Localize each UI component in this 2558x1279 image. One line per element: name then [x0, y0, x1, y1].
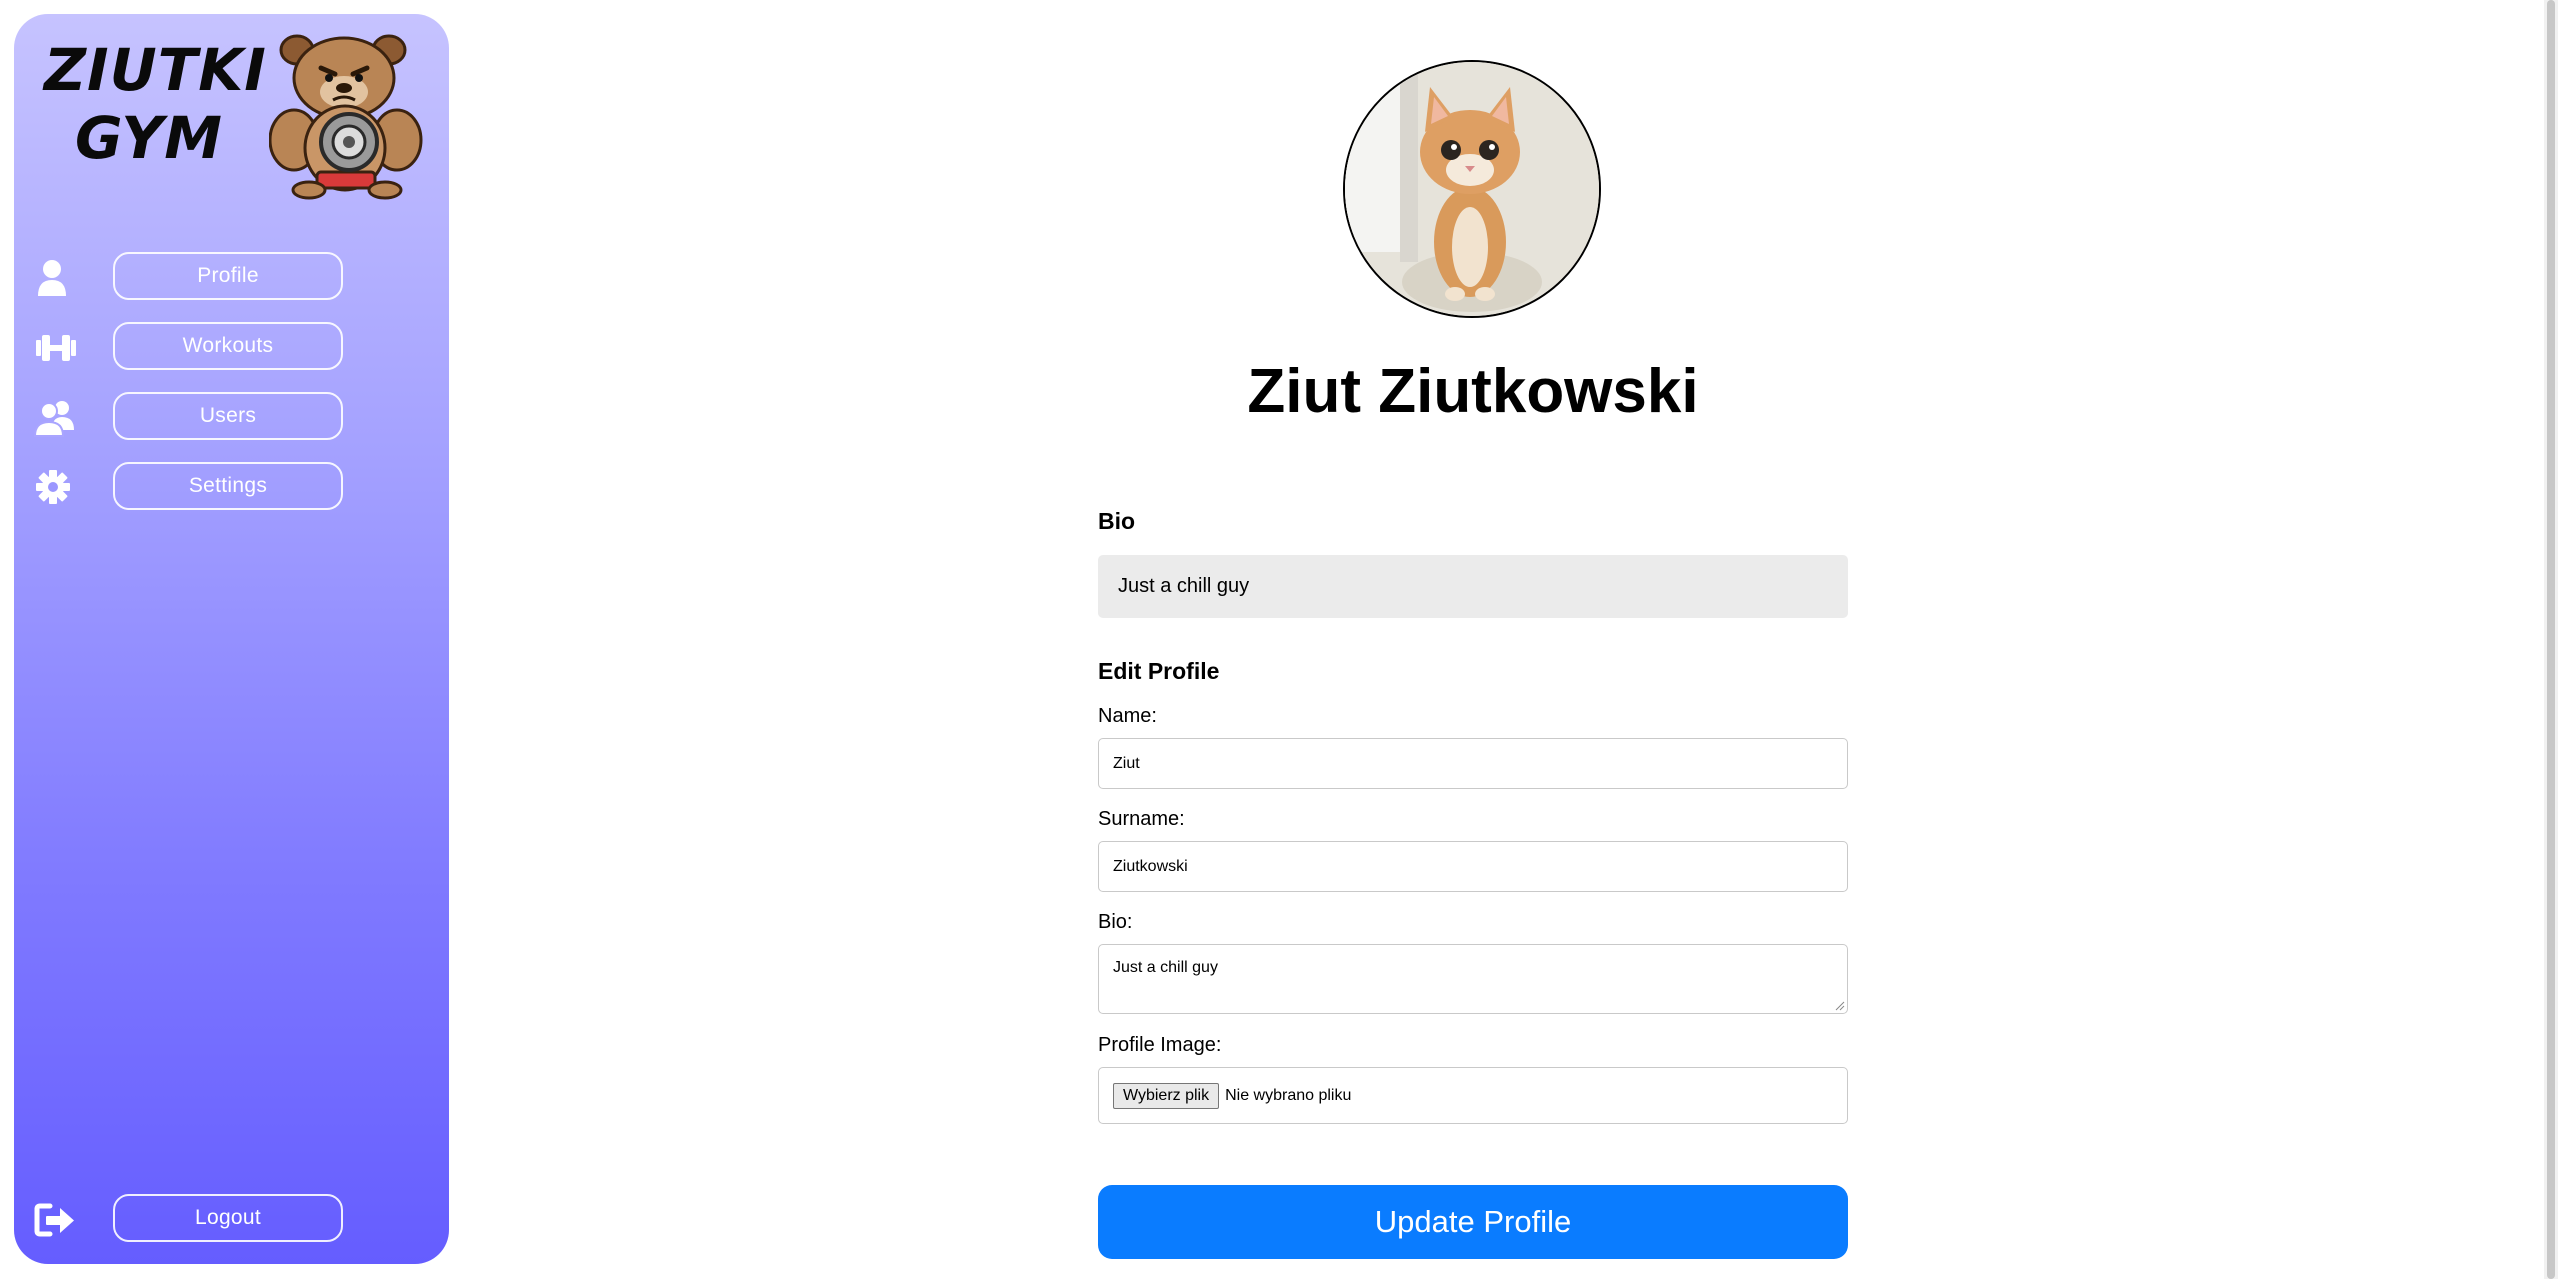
- dumbbell-icon: [36, 335, 76, 361]
- logo-line-2: GYM: [75, 104, 223, 172]
- kitten-photo-icon: [1345, 62, 1599, 316]
- sign-out-icon: [34, 1203, 74, 1237]
- scrollbar-thumb[interactable]: [2547, 0, 2555, 1279]
- profile-name: Ziut Ziutkowski: [1247, 357, 1699, 426]
- name-label: Name:: [1098, 705, 1157, 727]
- user-icon: [38, 260, 66, 296]
- scrollbar[interactable]: [2544, 0, 2558, 1279]
- sidebar-item-profile[interactable]: Profile: [34, 252, 434, 304]
- logout-button[interactable]: Logout: [113, 1194, 343, 1242]
- sidebar-item-workouts[interactable]: Workouts: [34, 322, 434, 374]
- sidebar-item-settings[interactable]: Settings: [34, 462, 434, 514]
- logo-line-1: ZIUTKI: [44, 36, 267, 104]
- profile-avatar: [1343, 60, 1601, 318]
- file-status-text: Nie wybrano pliku: [1225, 1086, 1352, 1104]
- profile-image-label: Profile Image:: [1098, 1034, 1222, 1056]
- workouts-button[interactable]: Workouts: [113, 322, 343, 370]
- bio-display-text: Just a chill guy: [1118, 575, 1250, 597]
- name-field-value: Ziut: [1113, 754, 1140, 772]
- app-logo[interactable]: ZIUTKI GYM: [44, 36, 267, 172]
- mascot-icon: [269, 34, 423, 200]
- name-field[interactable]: Ziut: [1098, 738, 1848, 789]
- resize-handle-icon[interactable]: [1835, 1001, 1845, 1011]
- users-icon: [34, 401, 74, 437]
- users-button[interactable]: Users: [113, 392, 343, 440]
- profile-image-input[interactable]: Wybierz plik Nie wybrano pliku: [1098, 1067, 1848, 1124]
- choose-file-button[interactable]: Wybierz plik: [1113, 1082, 1220, 1109]
- update-profile-button[interactable]: Update Profile: [1098, 1185, 1848, 1259]
- bio-label: Bio:: [1098, 911, 1133, 933]
- bio-display: Just a chill guy: [1098, 555, 1848, 618]
- bio-textarea[interactable]: Just a chill guy: [1098, 944, 1848, 1014]
- surname-label: Surname:: [1098, 808, 1185, 830]
- bio-textarea-value: Just a chill guy: [1113, 959, 1218, 976]
- sidebar-item-users[interactable]: Users: [34, 392, 434, 444]
- gear-icon: [36, 470, 70, 504]
- sidebar: ZIUTKI GYM Profile Workouts Users Settin…: [14, 14, 449, 1264]
- settings-button[interactable]: Settings: [113, 462, 343, 510]
- surname-field-value: Ziutkowski: [1113, 857, 1188, 875]
- edit-profile-heading: Edit Profile: [1098, 658, 1220, 684]
- sidebar-item-logout[interactable]: Logout: [34, 1194, 434, 1246]
- profile-button[interactable]: Profile: [113, 252, 343, 300]
- bio-heading: Bio: [1098, 508, 1136, 534]
- surname-field[interactable]: Ziutkowski: [1098, 841, 1848, 892]
